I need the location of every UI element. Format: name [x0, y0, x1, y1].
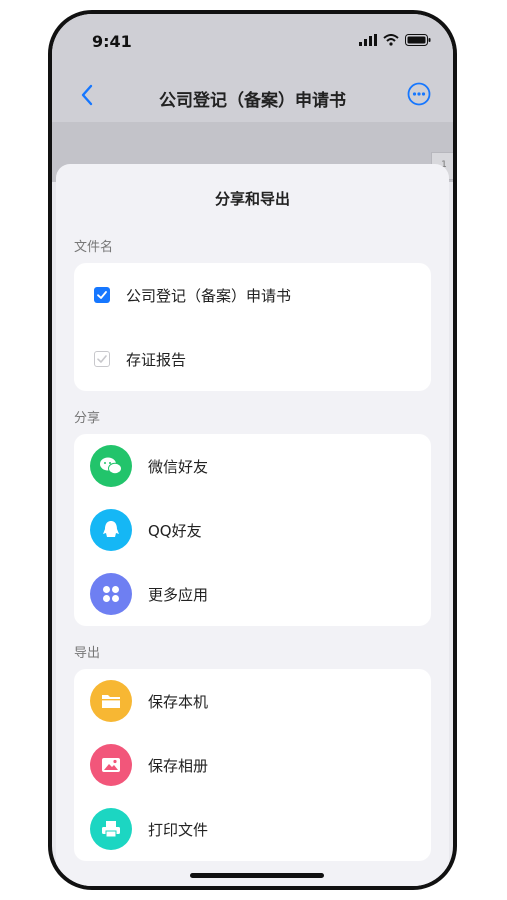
page-title: 公司登记（备案）申请书 [159, 91, 346, 111]
printer-icon [90, 808, 132, 850]
share-wechat[interactable]: 微信好友 [74, 434, 431, 498]
section-label-export: 导出 [74, 646, 101, 661]
wechat-icon [90, 445, 132, 487]
sheet-title: 分享和导出 [214, 190, 290, 208]
share-label: 微信好友 [148, 457, 209, 476]
file-option-certificate[interactable]: 存证报告 [74, 327, 431, 391]
export-print[interactable]: 打印文件 [74, 797, 431, 861]
section-label-filename: 文件名 [74, 240, 114, 255]
export-save-album[interactable]: 保存相册 [74, 733, 431, 797]
file-option-application[interactable]: 公司登记（备案）申请书 [74, 263, 431, 327]
export-label: 保存本机 [148, 692, 209, 711]
file-label: 公司登记（备案）申请书 [126, 286, 292, 305]
status-time: 9:41 [92, 32, 132, 51]
share-label: 更多应用 [148, 585, 209, 604]
folder-icon [90, 680, 132, 722]
export-label: 保存相册 [148, 756, 209, 775]
photo-icon [90, 744, 132, 786]
more-options-icon[interactable] [407, 82, 431, 106]
share-qq[interactable]: QQ好友 [74, 498, 431, 562]
phone-frame: 9:41 公司登记（备案）申请书 1 分享和导出 文件名 公司登记（备案）申请书… [48, 10, 457, 890]
status-icons [359, 34, 431, 46]
share-more-apps[interactable]: 更多应用 [74, 562, 431, 626]
checkbox-checked[interactable] [94, 287, 110, 303]
check-icon [97, 291, 107, 299]
section-label-share: 分享 [74, 411, 101, 426]
status-bar: 9:41 [52, 14, 453, 70]
checkbox-disabled[interactable] [94, 351, 110, 367]
battery-icon [405, 34, 431, 46]
file-card: 公司登记（备案）申请书 存证报告 [74, 263, 431, 391]
qq-icon [90, 509, 132, 551]
export-card: 保存本机 保存相册 打印文件 [74, 669, 431, 861]
export-save-local[interactable]: 保存本机 [74, 669, 431, 733]
export-label: 打印文件 [148, 820, 209, 839]
share-export-sheet: 分享和导出 文件名 公司登记（备案）申请书 存证报告 分享 微信好友 QQ好友 … [56, 164, 449, 886]
share-label: QQ好友 [148, 521, 202, 540]
apps-grid-icon [90, 573, 132, 615]
share-card: 微信好友 QQ好友 更多应用 [74, 434, 431, 626]
wifi-icon [383, 34, 399, 46]
signal-icon [359, 34, 377, 46]
nav-bar: 公司登记（备案）申请书 [52, 70, 453, 122]
home-indicator [190, 873, 324, 878]
check-icon [97, 355, 107, 363]
file-label: 存证报告 [126, 350, 187, 369]
